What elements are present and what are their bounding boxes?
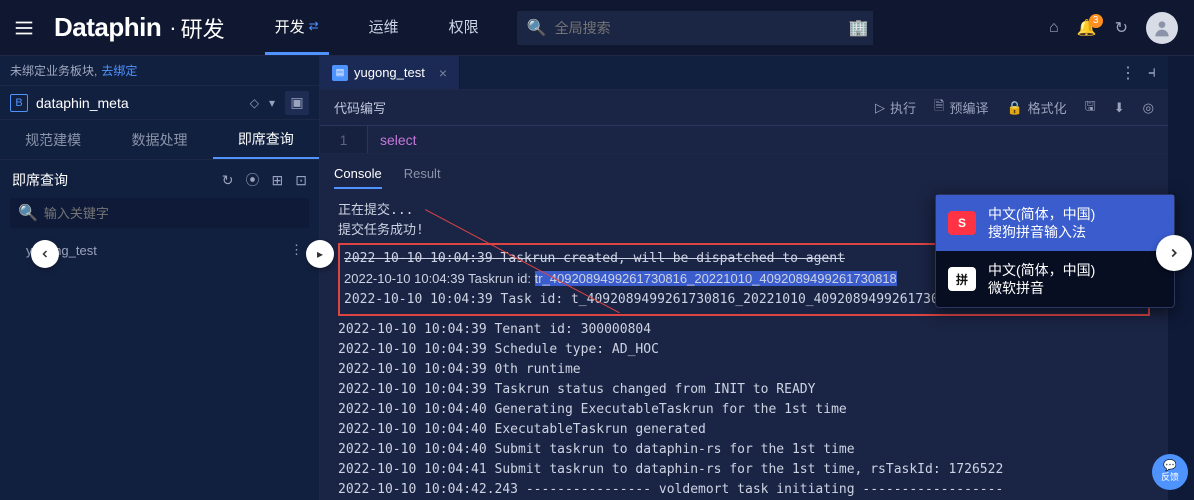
ime-option-microsoft[interactable]: 拼 中文(简体，中国)微软拼音 xyxy=(936,251,1174,307)
add-db-button[interactable]: ▣ xyxy=(285,91,309,115)
refresh-icon[interactable]: ↻ xyxy=(1115,18,1128,38)
building-icon[interactable]: 🏢 xyxy=(845,11,873,45)
sidebar: 未绑定业务板块, 去绑定 B dataphin_meta ◇ ▾ ▣ 规范建模 … xyxy=(0,56,320,500)
chat-icon: 💬 xyxy=(1163,462,1177,470)
new-file-icon[interactable]: ⊞ xyxy=(272,172,284,189)
tab-tools: ⋮ ⫞ xyxy=(1108,56,1168,89)
prev-page-button[interactable] xyxy=(31,240,59,268)
refresh-tree-icon[interactable]: ↻ xyxy=(222,172,234,189)
unbound-text: 未绑定业务板块, xyxy=(10,62,97,79)
console-tab[interactable]: Console xyxy=(334,160,382,189)
section-title: 即席查询 xyxy=(12,170,210,190)
home-icon[interactable]: ⌂ xyxy=(1049,19,1059,37)
ms-pinyin-icon: 拼 xyxy=(948,267,976,291)
result-tab[interactable]: Result xyxy=(404,160,441,189)
bell-icon[interactable]: 🔔3 xyxy=(1077,18,1097,38)
tab-adhoc[interactable]: 即席查询 xyxy=(213,120,319,159)
global-search-input[interactable] xyxy=(555,20,837,36)
log-line: 2022-10-10 10:04:40 Submit taskrun to da… xyxy=(338,440,1150,460)
brand-separator: · xyxy=(165,15,180,41)
tree-search-input[interactable] xyxy=(44,206,301,221)
lock-icon: 🔒 xyxy=(1006,100,1022,116)
search-icon: 🔍 xyxy=(18,203,38,223)
ime-next-button[interactable] xyxy=(1156,235,1192,271)
run-button[interactable]: ▷执行 xyxy=(875,98,916,117)
code-text: select xyxy=(380,132,417,148)
app-header: Dataphin · 研发 开发⇄ 运维 权限 🔍 🏢 ⌂ 🔔3 ↻ xyxy=(0,0,1194,56)
tab-model[interactable]: 规范建模 xyxy=(0,120,106,159)
log-line: 2022-10-10 10:04:39 Schedule type: AD_HO… xyxy=(338,340,1150,360)
selected-text: tr_4092089499261730816_20221010_40920894… xyxy=(535,271,897,286)
chevron-down-icon[interactable]: ▾ xyxy=(269,96,275,110)
search-icon: 🔍 xyxy=(527,18,547,38)
avatar[interactable] xyxy=(1146,12,1178,44)
log-line: 2022-10-10 10:04:39 0th runtime xyxy=(338,360,1150,380)
menu-button[interactable] xyxy=(0,0,48,56)
nav-perm[interactable]: 权限 xyxy=(439,0,489,55)
code-toolbar: 代码编写 ▷执行 🗎预编译 🔒格式化 🖫 ⬇ ◎ xyxy=(320,90,1168,126)
brand-sub: 研发 xyxy=(181,12,225,44)
ime-switcher[interactable]: S 中文(简体，中国)搜狗拼音输入法 拼 中文(简体，中国)微软拼音 xyxy=(935,194,1175,308)
diamond-icon[interactable]: ◇ xyxy=(250,96,259,110)
file-tab-label: yugong_test xyxy=(354,65,425,80)
ime-option-sogou[interactable]: S 中文(简体，中国)搜狗拼音输入法 xyxy=(936,195,1174,251)
doc-icon: 🗎 xyxy=(934,97,944,119)
header-tools: ⌂ 🔔3 ↻ xyxy=(1049,12,1194,44)
format-button[interactable]: 🔒格式化 xyxy=(1006,98,1066,117)
new-folder-icon[interactable]: ⊡ xyxy=(295,172,307,189)
line-number: 1 xyxy=(320,126,368,153)
brand-logo: Dataphin xyxy=(48,12,165,43)
sql-file-icon: ▤ xyxy=(332,65,348,81)
download-icon[interactable]: ⬇ xyxy=(1114,100,1125,116)
nav-dev[interactable]: 开发⇄ xyxy=(265,0,329,55)
global-search[interactable]: 🔍 xyxy=(517,11,847,45)
layout-icon[interactable]: ⫞ xyxy=(1148,64,1156,82)
ime-label: 中文(简体，中国)搜狗拼音输入法 xyxy=(988,205,1095,241)
preview-button[interactable]: 🗎预编译 xyxy=(934,97,988,119)
section-header: 即席查询 ↻ ⦿ ⊞ ⊡ xyxy=(0,160,319,198)
db-selector[interactable]: B dataphin_meta ◇ ▾ ▣ xyxy=(0,86,319,120)
log-line: 2022-10-10 10:04:40 ExecutableTaskrun ge… xyxy=(338,420,1150,440)
nav-ops[interactable]: 运维 xyxy=(359,0,409,55)
notification-badge: 3 xyxy=(1089,14,1103,28)
close-tab-icon[interactable]: × xyxy=(439,65,447,81)
log-line: 2022-10-10 10:04:39 Taskrun status chang… xyxy=(338,380,1150,400)
sogou-icon: S xyxy=(948,211,976,235)
locate-icon[interactable]: ◎ xyxy=(1143,100,1154,116)
file-tabs: ▤ yugong_test × ⋮ ⫞ xyxy=(320,56,1168,90)
file-tab[interactable]: ▤ yugong_test × xyxy=(320,56,460,89)
bind-link[interactable]: 去绑定 xyxy=(101,62,137,79)
more-dots-icon[interactable]: ⋮ xyxy=(1120,63,1136,83)
locate-icon[interactable]: ⦿ xyxy=(246,170,260,190)
next-page-button[interactable]: ▸ xyxy=(306,240,334,268)
tab-process[interactable]: 数据处理 xyxy=(106,120,212,159)
top-nav: 开发⇄ 运维 权限 xyxy=(265,0,489,55)
sidebar-tabs: 规范建模 数据处理 即席查询 xyxy=(0,120,319,160)
console-tabs: Console Result xyxy=(320,154,1168,189)
log-line: 2022-10-10 10:04:42.243 ----------------… xyxy=(338,480,1150,500)
sidebar-search[interactable]: 🔍 xyxy=(10,198,309,228)
swap-icon: ⇄ xyxy=(309,19,319,33)
log-line: 2022-10-10 10:04:39 Tenant id: 300000804 xyxy=(338,320,1150,340)
unbound-banner: 未绑定业务板块, 去绑定 xyxy=(0,56,319,86)
db-name: dataphin_meta xyxy=(36,95,129,111)
play-icon: ▷ xyxy=(875,100,885,116)
db-badge: B xyxy=(10,94,28,112)
toolbar-label: 代码编写 xyxy=(334,98,386,117)
ime-label: 中文(简体，中国)微软拼音 xyxy=(988,261,1095,297)
log-line: 2022-10-10 10:04:40 Generating Executabl… xyxy=(338,400,1150,420)
code-editor[interactable]: 1 select xyxy=(320,126,1168,154)
feedback-button[interactable]: 💬 反馈 xyxy=(1152,454,1188,490)
log-line: 2022-10-10 10:04:41 Submit taskrun to da… xyxy=(338,460,1150,480)
more-icon[interactable]: ⋮ xyxy=(290,242,305,258)
save-icon[interactable]: 🖫 xyxy=(1085,97,1096,119)
